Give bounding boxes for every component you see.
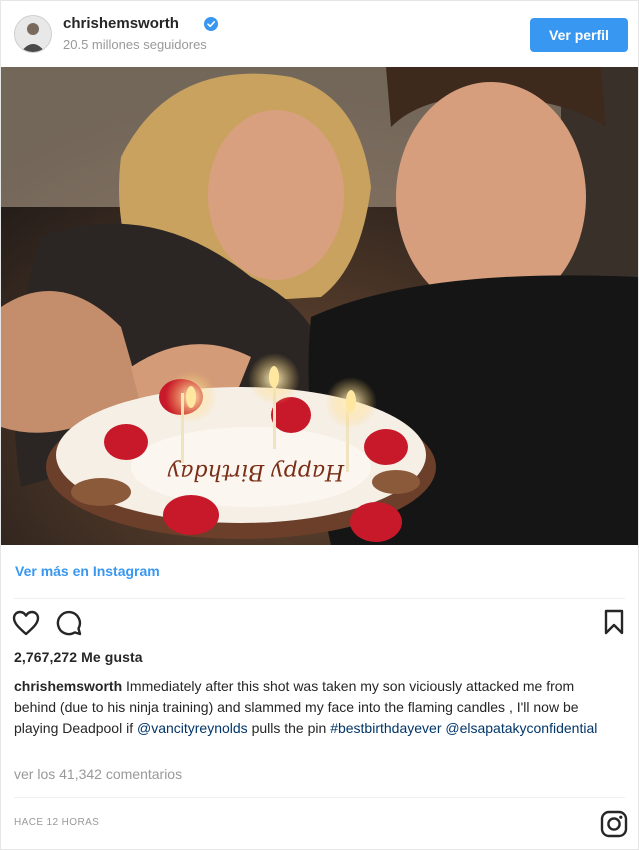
like-count: 2,767,272 Me gusta (14, 649, 143, 665)
cake-inscription: Happy Birthday (167, 459, 345, 484)
comment-icon[interactable] (55, 609, 83, 642)
username[interactable]: chrishemsworth (63, 15, 179, 32)
post-header: chrishemsworth 20.5 millones seguidores … (1, 1, 638, 67)
verified-badge-icon (204, 17, 218, 31)
instagram-embed: chrishemsworth 20.5 millones seguidores … (0, 0, 639, 850)
view-profile-button[interactable]: Ver perfil (530, 18, 628, 52)
hashtag-bestbirthdayever[interactable]: #bestbirthdayever (330, 720, 441, 736)
heart-icon[interactable] (12, 610, 40, 641)
follower-count: 20.5 millones seguidores (63, 37, 207, 52)
caption-text-2: pulls the pin (247, 720, 331, 736)
post-photo[interactable]: Happy Birthday (1, 67, 638, 545)
post-caption: chrishemsworth Immediately after this sh… (14, 676, 619, 739)
divider (14, 598, 625, 599)
bookmark-icon[interactable] (604, 609, 624, 640)
divider (14, 797, 625, 798)
view-more-on-instagram-link[interactable]: Ver más en Instagram (15, 563, 160, 579)
mention-elsapatakyconfidential[interactable]: @elsapatakyconfidential (445, 720, 597, 736)
instagram-logo-icon[interactable] (600, 810, 628, 843)
view-comments-link[interactable]: ver los 41,342 comentarios (14, 766, 182, 782)
avatar[interactable] (14, 15, 52, 53)
mention-vancityreynolds[interactable]: @vancityreynolds (137, 720, 248, 736)
caption-author[interactable]: chrishemsworth (14, 678, 122, 694)
post-timestamp: HACE 12 HORAS (14, 817, 100, 828)
